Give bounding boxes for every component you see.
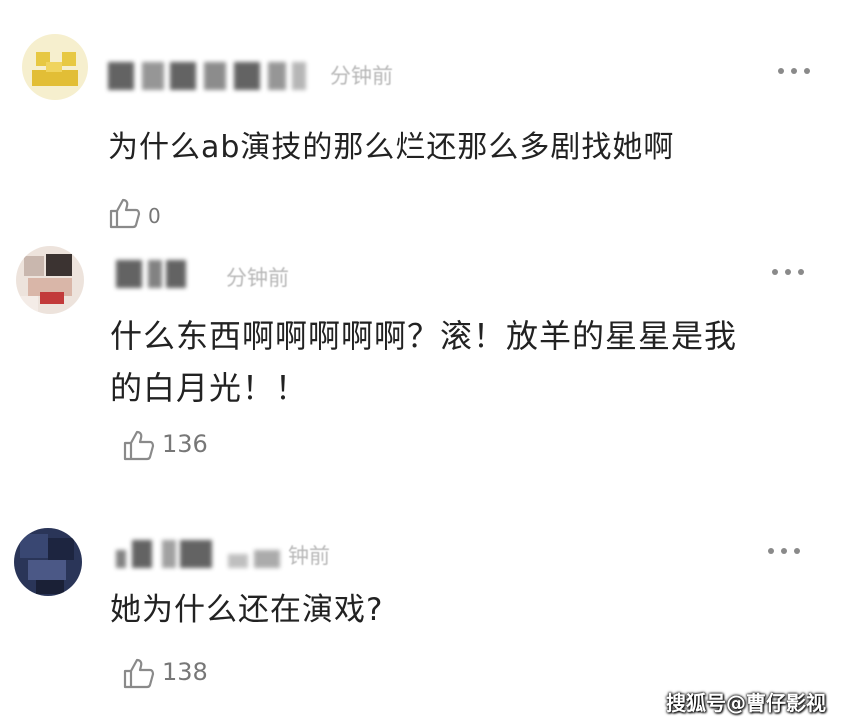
- comment-text: 什么东西啊啊啊啊啊？滚！放羊的星星是我 的白月光！！: [110, 317, 738, 407]
- comment-text: 她为什么还在演戏?: [110, 592, 384, 628]
- like-count: 0: [148, 204, 161, 228]
- more-dots-icon[interactable]: [776, 64, 816, 78]
- username-blurred[interactable]: [116, 540, 284, 568]
- comment-time: 钟前: [288, 544, 330, 568]
- thumbs-up-icon: [123, 430, 155, 461]
- like-button[interactable]: 0: [108, 196, 188, 232]
- thumbs-up-icon: [123, 658, 155, 689]
- comment-time: 分钟前: [330, 64, 393, 88]
- like-count: 136: [162, 430, 208, 458]
- more-dots-icon[interactable]: [770, 265, 810, 279]
- comment-list: 分钟前 为什么ab演技的那么烂还那么多剧找她啊 0 分钟前 什么东西啊啊啊啊啊？…: [0, 0, 842, 726]
- comment-time: 分钟前: [226, 266, 289, 290]
- username-blurred[interactable]: [116, 260, 188, 288]
- like-button[interactable]: 136: [122, 428, 242, 464]
- username-blurred[interactable]: [108, 62, 308, 90]
- comment-item: 分钟前 为什么ab演技的那么烂还那么多剧找她啊 0: [0, 0, 842, 240]
- avatar[interactable]: [16, 246, 84, 314]
- comment-text: 为什么ab演技的那么烂还那么多剧找她啊: [108, 130, 675, 165]
- watermark: 搜狐号@曹仔影视: [666, 691, 826, 715]
- avatar[interactable]: [14, 528, 82, 596]
- more-dots-icon[interactable]: [766, 544, 806, 558]
- comment-item: 分钟前 什么东西啊啊啊啊啊？滚！放羊的星星是我 的白月光！！ 136: [0, 240, 842, 490]
- like-button[interactable]: 138: [122, 656, 242, 692]
- avatar[interactable]: [22, 34, 88, 100]
- thumbs-up-icon: [109, 198, 141, 229]
- like-count: 138: [162, 658, 208, 686]
